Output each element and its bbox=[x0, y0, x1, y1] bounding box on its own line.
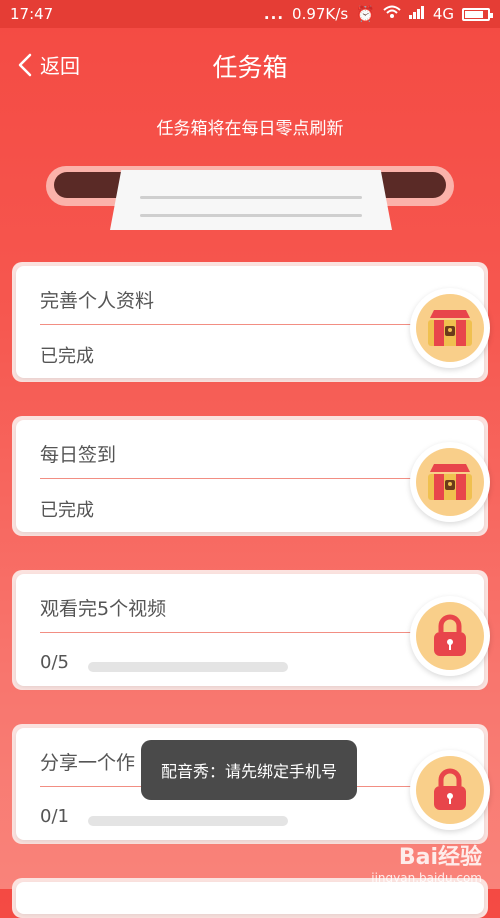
alarm-icon: ⏰ bbox=[356, 5, 375, 23]
watermark: Bai经验 jingyan.baidu.com bbox=[371, 839, 482, 885]
task-title: 完善个人资料 bbox=[40, 290, 155, 312]
task-progress-bar bbox=[88, 816, 288, 826]
treasure-chest-open-icon[interactable] bbox=[410, 288, 490, 368]
task-card[interactable]: 完善个人资料 已完成 bbox=[12, 262, 490, 382]
network-type: 4G bbox=[432, 5, 454, 23]
wifi-icon bbox=[383, 5, 401, 23]
notification-dots: ... bbox=[263, 5, 285, 23]
watermark-url: jingyan.baidu.com bbox=[371, 871, 482, 885]
network-speed: 0.97K/s bbox=[292, 5, 349, 23]
task-progress-text: 0/5 bbox=[40, 652, 69, 673]
battery-icon bbox=[462, 7, 493, 21]
signal-icon bbox=[408, 5, 425, 23]
status-time: 17:47 bbox=[10, 5, 54, 23]
refresh-notice: 任务箱将在每日零点刷新 bbox=[156, 119, 344, 139]
task-title: 观看完5个视频 bbox=[40, 598, 167, 620]
status-icons: ... 0.97K/s ⏰ 4G bbox=[263, 5, 493, 23]
task-title: 分享一个作 bbox=[40, 752, 136, 774]
task-title: 每日签到 bbox=[40, 444, 117, 466]
treasure-chest-open-icon[interactable] bbox=[410, 442, 490, 522]
locked-chest-icon[interactable] bbox=[410, 596, 490, 676]
page-title: 任务箱 bbox=[212, 53, 288, 82]
task-card[interactable]: 观看完5个视频 0/5 bbox=[12, 570, 490, 690]
task-slot-illustration bbox=[46, 160, 454, 230]
header: 返回 任务箱 bbox=[0, 28, 500, 100]
locked-chest-icon[interactable] bbox=[410, 750, 490, 830]
task-card[interactable]: 每日签到 已完成 bbox=[12, 416, 490, 536]
task-status: 已完成 bbox=[40, 500, 94, 521]
toast-message: 配音秀：请先绑定手机号 bbox=[141, 740, 357, 800]
task-progress-bar bbox=[88, 662, 288, 672]
task-status: 已完成 bbox=[40, 346, 94, 367]
status-bar: 17:47 ... 0.97K/s ⏰ 4G bbox=[0, 0, 500, 28]
task-progress-text: 0/1 bbox=[40, 806, 69, 827]
watermark-brand: Bai经验 bbox=[398, 845, 482, 870]
